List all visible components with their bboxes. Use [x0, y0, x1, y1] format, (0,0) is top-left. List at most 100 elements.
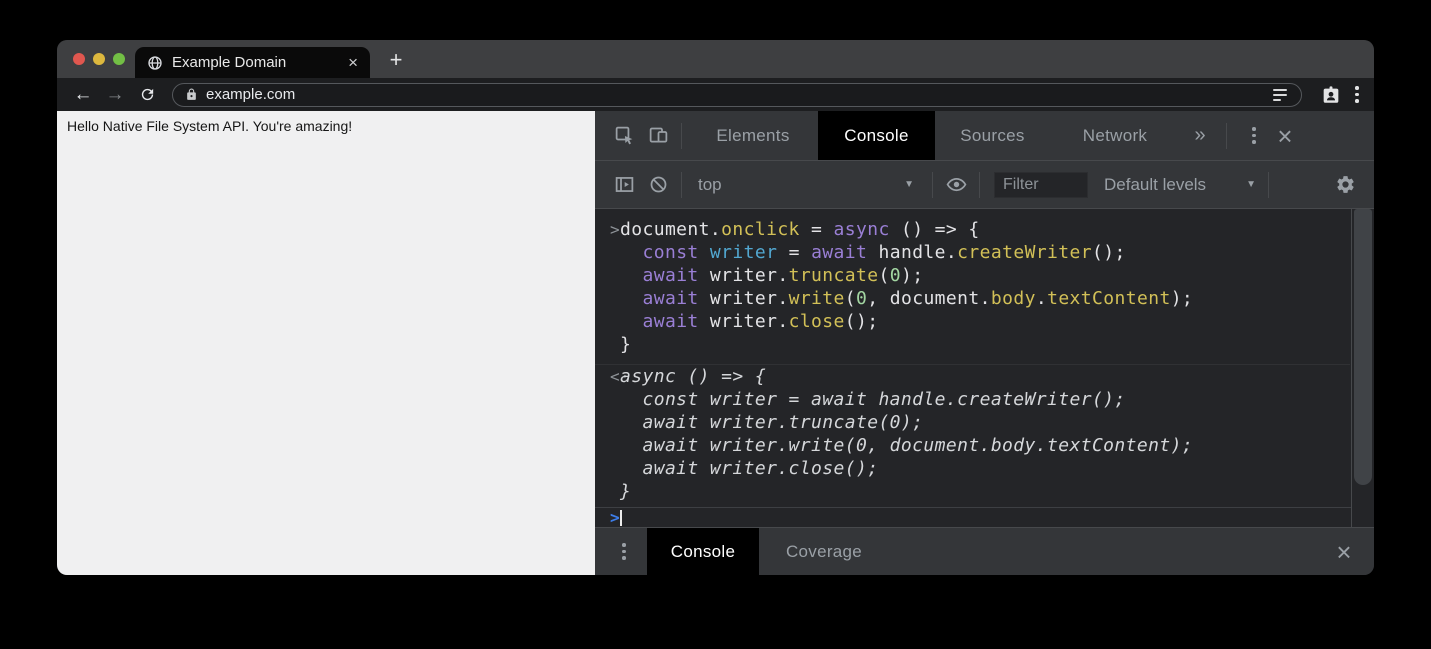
- devtools-panel: Elements Console Sources Network » ×: [595, 111, 1374, 575]
- log-levels-dropdown[interactable]: Default levels ▼: [1104, 175, 1256, 195]
- text-cursor: [620, 510, 622, 526]
- code-text: await writer.close();: [620, 457, 878, 480]
- code-text: async () => {: [620, 365, 766, 388]
- tab-close-icon[interactable]: ×: [348, 54, 358, 71]
- separator: [1268, 172, 1269, 198]
- code-text: }: [620, 333, 631, 356]
- separator: [681, 172, 682, 198]
- separator: [681, 123, 682, 149]
- chevron-down-icon: ▼: [1246, 179, 1256, 190]
- separator: [1226, 123, 1227, 149]
- tab-favicon-globe-icon: [147, 55, 163, 71]
- window-close-button[interactable]: [73, 53, 85, 65]
- content-area: Hello Native File System API. You're ama…: [57, 111, 1374, 575]
- screen: Example Domain × + ← → example.com: [0, 0, 1431, 649]
- result-arrow-icon: <·: [595, 365, 620, 388]
- device-toolbar-icon[interactable]: [641, 119, 675, 153]
- console-toolbar: top ▼ Default levels ▼: [595, 161, 1374, 209]
- page-viewport: Hello Native File System API. You're ama…: [57, 111, 595, 575]
- context-selector[interactable]: top ▼: [688, 175, 926, 195]
- tab-console[interactable]: Console: [818, 111, 935, 160]
- browser-tab[interactable]: Example Domain ×: [135, 47, 370, 78]
- reading-list-icon[interactable]: [1273, 89, 1287, 101]
- console-prompt[interactable]: >: [595, 507, 1351, 527]
- page-text: Hello Native File System API. You're ama…: [57, 111, 595, 141]
- profile-icon[interactable]: [1320, 84, 1342, 106]
- drawer-close-icon[interactable]: ×: [1324, 539, 1364, 565]
- more-tabs-icon[interactable]: »: [1180, 124, 1220, 147]
- code-text: await writer.truncate(0);: [620, 264, 923, 287]
- console-code-line: const writer = await handle.createWriter…: [595, 388, 1350, 411]
- settings-gear-icon[interactable]: [1328, 168, 1362, 202]
- input-chevron-icon: [595, 241, 620, 264]
- separator: [932, 172, 933, 198]
- lock-icon: [185, 88, 198, 101]
- code-text: await writer.truncate(0);: [620, 411, 923, 434]
- reload-button[interactable]: [134, 82, 160, 108]
- console-code-line: await writer.truncate(0);: [595, 411, 1350, 434]
- console-code-line: >document.onclick = async () => {: [595, 218, 1350, 241]
- address-bar[interactable]: example.com: [172, 83, 1302, 107]
- traffic-lights: [73, 53, 125, 65]
- drawer-tab-console[interactable]: Console: [647, 528, 759, 575]
- live-expression-eye-icon[interactable]: [939, 168, 973, 202]
- browser-toolbar: ← → example.com: [57, 78, 1374, 111]
- console-code-line: await writer.write(0, document.body.text…: [595, 287, 1350, 310]
- console-entries: >document.onclick = async () => { const …: [595, 209, 1374, 507]
- result-arrow-icon: [595, 388, 620, 411]
- console-code-line: }: [595, 333, 1350, 356]
- console-code-line: const writer = await handle.createWriter…: [595, 241, 1350, 264]
- window-titlebar: Example Domain × +: [57, 40, 1374, 78]
- filter-input[interactable]: [994, 172, 1088, 198]
- result-arrow-icon: [595, 411, 620, 434]
- code-text: }: [620, 480, 631, 503]
- devtools-menu-icon[interactable]: [1243, 125, 1265, 147]
- result-arrow-icon: [595, 434, 620, 457]
- console-entry-result: <·async () => { const writer = await han…: [595, 364, 1350, 503]
- chevron-down-icon: ▼: [904, 179, 914, 190]
- tab-title: Example Domain: [172, 54, 348, 71]
- result-arrow-icon: [595, 480, 620, 503]
- code-text: await writer.write(0, document.body.text…: [620, 434, 1193, 457]
- console-sidebar-icon[interactable]: [607, 168, 641, 202]
- tab-network[interactable]: Network: [1050, 111, 1180, 160]
- prompt-chevron-icon: >: [595, 508, 620, 527]
- input-chevron-icon: [595, 264, 620, 287]
- drawer-tab-coverage[interactable]: Coverage: [759, 528, 889, 575]
- tab-sources[interactable]: Sources: [935, 111, 1050, 160]
- forward-button[interactable]: →: [102, 82, 128, 108]
- console-scrollbar[interactable]: [1351, 209, 1374, 527]
- separator: [979, 172, 980, 198]
- drawer-menu-icon[interactable]: [613, 541, 635, 563]
- devtools-close-icon[interactable]: ×: [1265, 123, 1305, 149]
- tab-elements[interactable]: Elements: [688, 111, 818, 160]
- clear-console-icon[interactable]: [641, 168, 675, 202]
- result-arrow-icon: [595, 457, 620, 480]
- levels-label: Default levels: [1104, 175, 1206, 195]
- devtools-tabbar: Elements Console Sources Network » ×: [595, 111, 1374, 161]
- console-code-line: <·async () => {: [595, 365, 1350, 388]
- window-zoom-button[interactable]: [113, 53, 125, 65]
- console-code-line: }: [595, 480, 1350, 503]
- console-code-line: await writer.write(0, document.body.text…: [595, 434, 1350, 457]
- code-text: await writer.write(0, document.body.text…: [620, 287, 1193, 310]
- console-entry-input: >document.onclick = async () => { const …: [595, 218, 1350, 356]
- input-chevron-icon: [595, 333, 620, 356]
- input-chevron-icon: >: [595, 218, 620, 241]
- window-minimize-button[interactable]: [93, 53, 105, 65]
- input-chevron-icon: [595, 287, 620, 310]
- console-log-area: >document.onclick = async () => { const …: [595, 209, 1374, 527]
- input-chevron-icon: [595, 310, 620, 333]
- console-code-line: await writer.close();: [595, 457, 1350, 480]
- scrollbar-thumb[interactable]: [1354, 209, 1372, 485]
- code-text: const writer = await handle.createWriter…: [620, 388, 1126, 411]
- context-label: top: [698, 175, 722, 195]
- code-text: const writer = await handle.createWriter…: [620, 241, 1126, 264]
- inspect-element-icon[interactable]: [607, 119, 641, 153]
- url-text: example.com: [206, 86, 1273, 103]
- code-text: await writer.close();: [620, 310, 878, 333]
- back-button[interactable]: ←: [70, 82, 96, 108]
- new-tab-button[interactable]: +: [382, 46, 410, 74]
- browser-menu-icon[interactable]: [1353, 84, 1361, 106]
- console-code-line: await writer.close();: [595, 310, 1350, 333]
